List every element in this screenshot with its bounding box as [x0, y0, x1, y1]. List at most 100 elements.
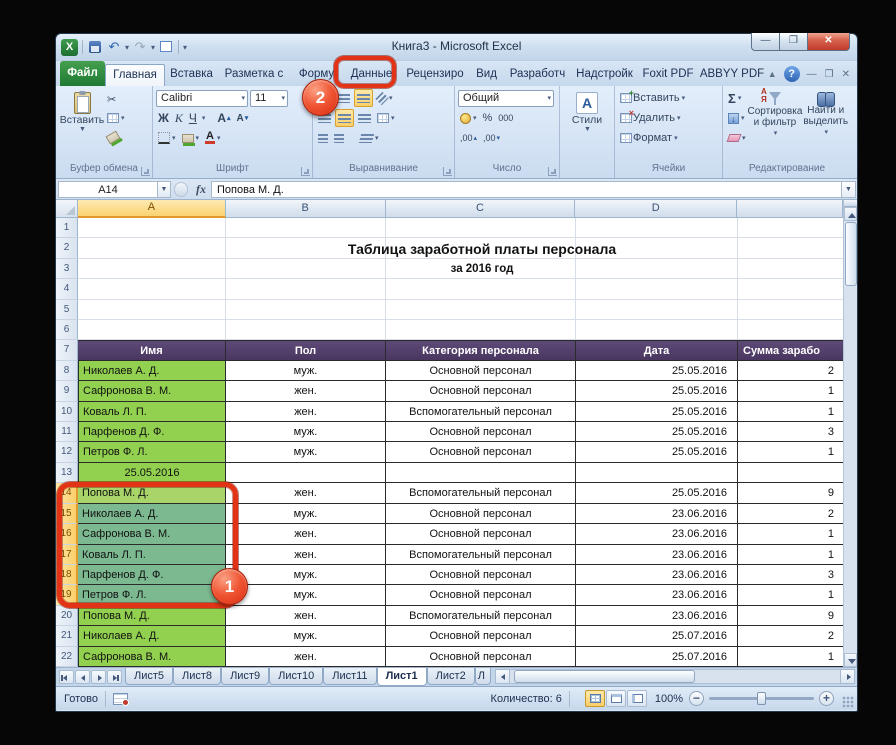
- cell-C5[interactable]: [386, 300, 576, 320]
- cell-A20[interactable]: Попова М. Д.: [78, 606, 226, 626]
- normal-view-button[interactable]: [585, 690, 605, 707]
- paste-button[interactable]: Вставить ▼: [59, 88, 105, 160]
- number-format-select[interactable]: Общий▾: [458, 90, 554, 107]
- cell-B16[interactable]: жен.: [226, 524, 386, 544]
- cell-D4[interactable]: [576, 279, 738, 299]
- cell-E3[interactable]: [738, 259, 843, 279]
- ribbon-tab-foxit-pdf[interactable]: Foxit PDF: [637, 64, 699, 86]
- cell-D9[interactable]: 25.05.2016: [576, 381, 738, 401]
- row-header-4[interactable]: 4: [56, 279, 78, 299]
- comma-style-button[interactable]: 000: [496, 109, 515, 127]
- cell-E8[interactable]: 2: [738, 361, 843, 381]
- expand-formula-bar-icon[interactable]: ▼: [841, 181, 856, 198]
- cell-D1[interactable]: [576, 218, 738, 238]
- vertical-scroll-thumb[interactable]: [845, 222, 857, 286]
- header-cell-A7[interactable]: Имя: [78, 340, 226, 360]
- copy-button[interactable]: ▾: [105, 109, 127, 127]
- accounting-format-button[interactable]: ▾: [458, 109, 479, 127]
- page-break-view-button[interactable]: [627, 690, 647, 707]
- cell-A3[interactable]: [78, 259, 226, 279]
- cell-A22[interactable]: Сафронова В. М.: [78, 647, 226, 667]
- cell-B8[interactable]: муж.: [226, 361, 386, 381]
- row-header-11[interactable]: 11: [56, 422, 78, 442]
- cell-D8[interactable]: 25.05.2016: [576, 361, 738, 381]
- decrease-indent-button[interactable]: [316, 129, 330, 147]
- horizontal-scrollbar[interactable]: [495, 669, 855, 684]
- row-header-13[interactable]: 13: [56, 463, 78, 483]
- zoom-slider[interactable]: [709, 697, 814, 700]
- cell-C17[interactable]: Вспомогательный персонал: [386, 545, 576, 565]
- ribbon-tab-надстройк[interactable]: Надстройк: [572, 64, 637, 86]
- align-bottom-button[interactable]: [354, 89, 373, 107]
- ribbon-tab-файл[interactable]: Файл: [60, 61, 105, 86]
- cell-A6[interactable]: [78, 320, 226, 340]
- cell-B17[interactable]: жен.: [226, 545, 386, 565]
- cell-D11[interactable]: 25.05.2016: [576, 422, 738, 442]
- cell-C12[interactable]: Основной персонал: [386, 442, 576, 462]
- cell-C20[interactable]: Вспомогательный персонал: [386, 606, 576, 626]
- cell-A5[interactable]: [78, 300, 226, 320]
- cell-E20[interactable]: 9: [738, 606, 843, 626]
- cell-B12[interactable]: муж.: [226, 442, 386, 462]
- cell-C3[interactable]: [386, 259, 576, 279]
- zoom-in-icon[interactable]: +: [819, 691, 834, 706]
- borders-button[interactable]: ▾: [156, 129, 178, 147]
- cell-A13[interactable]: 25.05.2016: [78, 463, 226, 483]
- header-cell-D7[interactable]: Дата: [576, 340, 738, 360]
- split-handle[interactable]: [844, 200, 857, 207]
- horizontal-scroll-thumb[interactable]: [514, 670, 696, 683]
- cell-C4[interactable]: [386, 279, 576, 299]
- cell-E10[interactable]: 1: [738, 402, 843, 422]
- cell-C2[interactable]: [386, 238, 576, 258]
- cell-C8[interactable]: Основной персонал: [386, 361, 576, 381]
- sheet-tab-лист10[interactable]: Лист10: [269, 668, 323, 685]
- decrease-decimal-button[interactable]: ,00: [481, 129, 502, 147]
- sheet-tab-лист8[interactable]: Лист8: [173, 668, 221, 685]
- cell-D22[interactable]: 25.07.2016: [576, 647, 738, 667]
- grow-font-button[interactable]: А: [215, 109, 232, 127]
- cell-B15[interactable]: муж.: [226, 504, 386, 524]
- cell-B3[interactable]: [226, 259, 386, 279]
- format-cells-button[interactable]: Формат▾: [618, 129, 680, 147]
- fill-color-button[interactable]: ▾: [180, 129, 202, 147]
- page-layout-view-button[interactable]: [606, 690, 626, 707]
- row-header-1[interactable]: 1: [56, 218, 78, 238]
- row-header-2[interactable]: 2: [56, 238, 78, 258]
- cell-B4[interactable]: [226, 279, 386, 299]
- delete-cells-button[interactable]: Удалить▾: [618, 109, 683, 127]
- cell-A11[interactable]: Парфенов Д. Ф.: [78, 422, 226, 442]
- name-box[interactable]: A14: [58, 181, 158, 198]
- cell-D2[interactable]: [576, 238, 738, 258]
- row-header-8[interactable]: 8: [56, 361, 78, 381]
- close-button[interactable]: ✕: [807, 33, 850, 51]
- cell-C13[interactable]: [386, 463, 576, 483]
- last-sheet-icon[interactable]: [107, 670, 122, 684]
- cell-A4[interactable]: [78, 279, 226, 299]
- cell-D15[interactable]: 23.06.2016: [576, 504, 738, 524]
- cell-E21[interactable]: 2: [738, 626, 843, 646]
- cell-D12[interactable]: 25.05.2016: [576, 442, 738, 462]
- cell-D18[interactable]: 23.06.2016: [576, 565, 738, 585]
- format-painter-button[interactable]: [105, 128, 127, 146]
- cell-C9[interactable]: Основной персонал: [386, 381, 576, 401]
- cell-A8[interactable]: Николаев А. Д.: [78, 361, 226, 381]
- ribbon-tab-вид[interactable]: Вид: [470, 64, 503, 86]
- percent-style-button[interactable]: %: [481, 109, 495, 127]
- clipboard-dialog-launcher-icon[interactable]: [141, 167, 150, 176]
- sheet-tab-лист11[interactable]: Лист11: [323, 668, 376, 685]
- cell-A9[interactable]: Сафронова В. М.: [78, 381, 226, 401]
- cell-D20[interactable]: 23.06.2016: [576, 606, 738, 626]
- ribbon-tab-вставка[interactable]: Вставка: [165, 64, 218, 86]
- cell-B6[interactable]: [226, 320, 386, 340]
- sort-filter-button[interactable]: АЯ Сортировка и фильтр▾: [748, 88, 803, 154]
- cell-E5[interactable]: [738, 300, 843, 320]
- cell-B18[interactable]: муж.: [226, 565, 386, 585]
- resize-grip[interactable]: [842, 696, 854, 708]
- ribbon-tab-abbyy-pdf[interactable]: ABBYY PDF: [699, 64, 765, 86]
- cell-B13[interactable]: [226, 463, 386, 483]
- cell-D19[interactable]: 23.06.2016: [576, 585, 738, 605]
- find-select-button[interactable]: Найти и выделить▾: [802, 88, 849, 154]
- restore-button[interactable]: ❐: [780, 33, 807, 51]
- cell-A21[interactable]: Николаев А. Д.: [78, 626, 226, 646]
- prev-sheet-icon[interactable]: [75, 670, 90, 684]
